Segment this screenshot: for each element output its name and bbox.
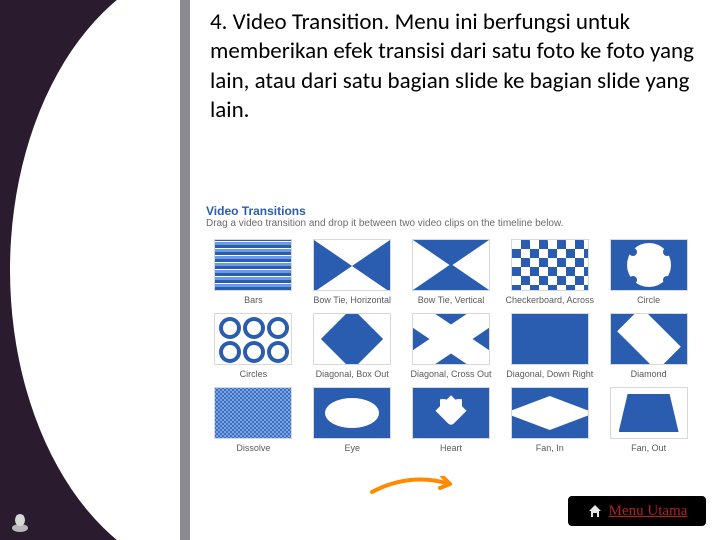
transition-item[interactable]: Circles (208, 313, 299, 379)
transition-item[interactable]: Bars (208, 239, 299, 305)
checker-icon (511, 239, 589, 291)
transition-item[interactable]: Diagonal, Down Right (504, 313, 595, 379)
transition-item[interactable]: Heart (406, 387, 497, 453)
transition-item[interactable]: Diagonal, Box Out (307, 313, 398, 379)
transitions-panel: Video Transitions Drag a video transitio… (200, 202, 702, 459)
transition-item[interactable]: Circle (603, 239, 694, 305)
circles-icon (214, 313, 292, 365)
diamond2-icon (313, 313, 391, 365)
transition-item[interactable]: Dissolve (208, 387, 299, 453)
heart-icon (412, 387, 490, 439)
transition-item[interactable]: Checkerboard, Across (504, 239, 595, 305)
transition-label: Diagonal, Box Out (316, 369, 389, 379)
transition-item[interactable]: Diagonal, Cross Out (406, 313, 497, 379)
transition-label: Checkerboard, Across (506, 295, 595, 305)
fanout-icon (610, 387, 688, 439)
diamond-icon (610, 313, 688, 365)
transition-label: Fan, Out (631, 443, 666, 453)
main-menu-label: Menu Utama (609, 503, 688, 520)
bowtie-h-icon (313, 239, 391, 291)
transition-item[interactable]: Fan, In (504, 387, 595, 453)
transition-label: Diamond (631, 369, 667, 379)
dissolve-icon (214, 387, 292, 439)
transition-label: Circle (637, 295, 660, 305)
arrow-decoration (370, 476, 460, 496)
bowtie-v-icon (412, 239, 490, 291)
transition-label: Fan, In (536, 443, 564, 453)
sidebar-decoration (0, 0, 190, 540)
main-menu-button[interactable]: Menu Utama (568, 496, 706, 526)
transition-label: Circles (240, 369, 268, 379)
transition-label: Bars (244, 295, 263, 305)
circle-icon (610, 239, 688, 291)
home-icon (587, 503, 603, 519)
bars-icon (214, 239, 292, 291)
eye-icon (313, 387, 391, 439)
transition-label: Eye (344, 443, 360, 453)
panel-subtitle: Drag a video transition and drop it betw… (200, 218, 702, 235)
transition-item[interactable]: Bow Tie, Horizontal (307, 239, 398, 305)
transition-label: Heart (440, 443, 462, 453)
transition-item[interactable]: Eye (307, 387, 398, 453)
slide-body-text: 4. Video Transition. Menu ini berfungsi … (210, 8, 706, 126)
diag-icon (511, 313, 589, 365)
slide-content: 4. Video Transition. Menu ini berfungsi … (210, 8, 706, 126)
mascot-icon (8, 510, 32, 534)
transition-item[interactable]: Diamond (603, 313, 694, 379)
transition-label: Diagonal, Cross Out (410, 369, 491, 379)
fanin-icon (511, 387, 589, 439)
transition-label: Dissolve (236, 443, 270, 453)
transition-item[interactable]: Bow Tie, Vertical (406, 239, 497, 305)
transition-item[interactable]: Fan, Out (603, 387, 694, 453)
transition-label: Bow Tie, Horizontal (313, 295, 391, 305)
transitions-grid: Bars Bow Tie, Horizontal Bow Tie, Vertical… (200, 235, 702, 459)
cross-icon (412, 313, 490, 365)
panel-title: Video Transitions (200, 202, 702, 218)
transition-label: Bow Tie, Vertical (418, 295, 485, 305)
transition-label: Diagonal, Down Right (506, 369, 593, 379)
